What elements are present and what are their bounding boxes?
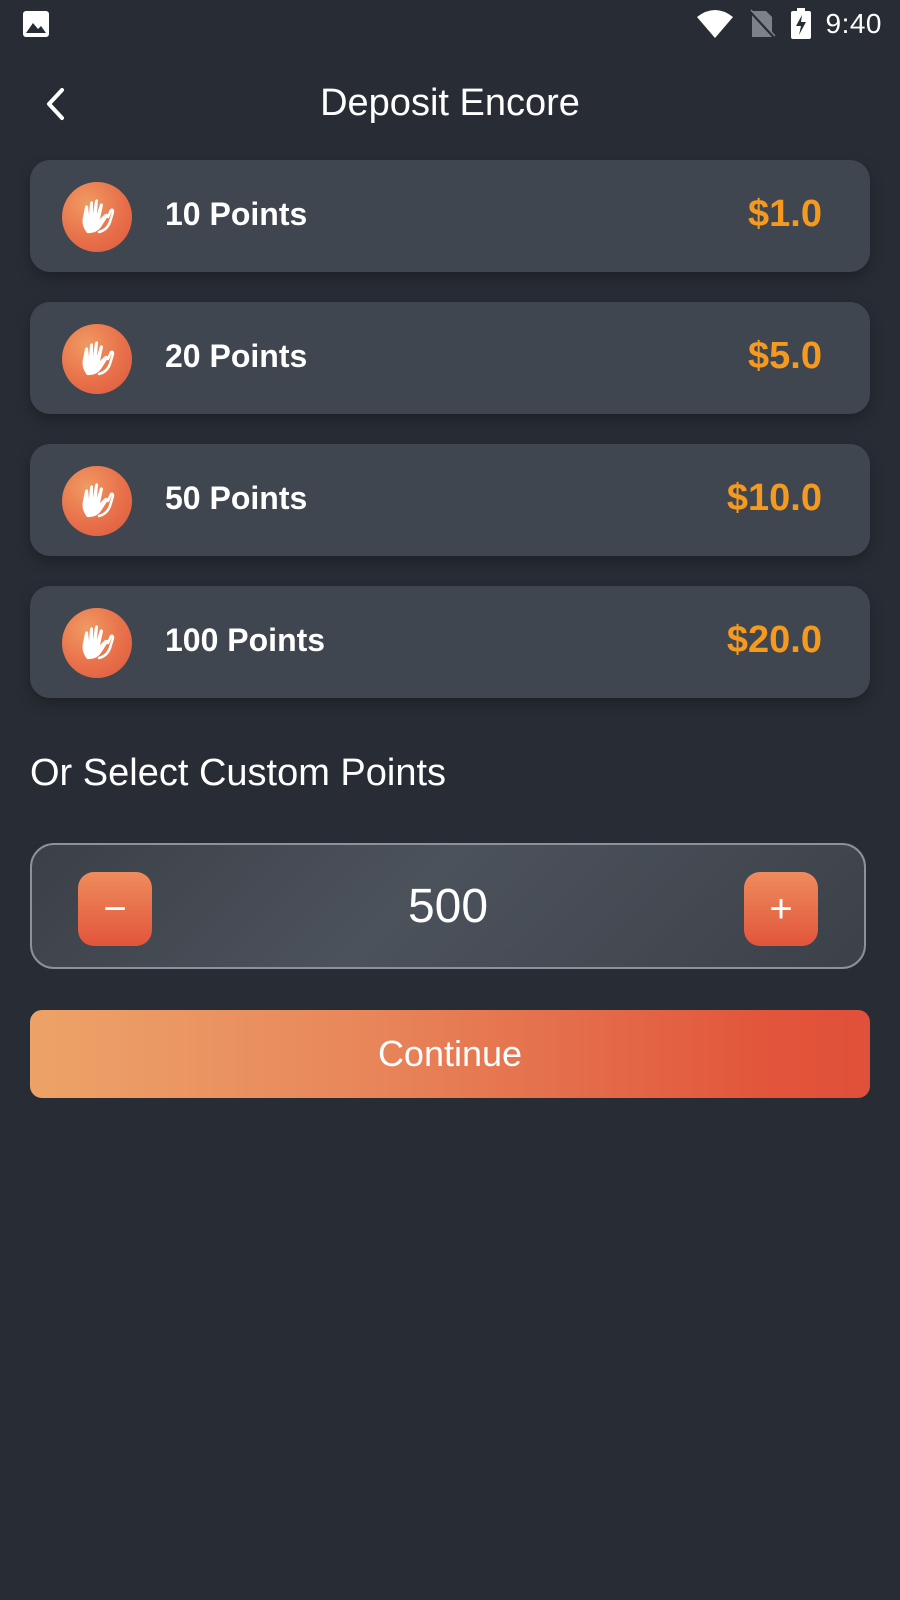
header: Deposit Encore [0,60,900,148]
package-price: $10.0 [726,477,822,519]
points-value[interactable]: 500 [32,879,864,934]
continue-button[interactable]: Continue [30,1010,870,1098]
package-card-100[interactable]: 100 Points $20.0 [30,586,870,698]
package-card-20[interactable]: 20 Points $5.0 [30,302,870,414]
package-card-10[interactable]: 10 Points $1.0 [30,160,870,272]
wifi-icon [696,10,733,38]
package-label: 20 Points [165,338,308,374]
page-title: Deposit Encore [320,82,580,124]
package-list: 10 Points $1.0 20 Points $5.0 50 Points … [30,160,870,728]
image-icon [23,11,49,37]
package-label: 50 Points [165,480,308,516]
points-stepper: − 500 + [30,843,866,969]
no-sim-icon [748,9,776,39]
package-price: $5.0 [748,335,822,377]
package-card-50[interactable]: 50 Points $10.0 [30,444,870,556]
clapping-hands-icon [62,324,132,394]
package-price: $1.0 [748,193,822,235]
increase-button[interactable]: + [744,872,818,946]
battery-charging-icon [790,8,811,39]
status-time: 9:40 [825,8,882,39]
status-bar: 9:40 [0,0,900,48]
clapping-hands-icon [62,608,132,678]
package-label: 10 Points [165,196,308,232]
package-label: 100 Points [165,622,326,658]
clapping-hands-icon [62,466,132,536]
package-price: $20.0 [726,619,822,661]
clapping-hands-icon [62,182,132,252]
custom-points-title: Or Select Custom Points [30,752,447,794]
